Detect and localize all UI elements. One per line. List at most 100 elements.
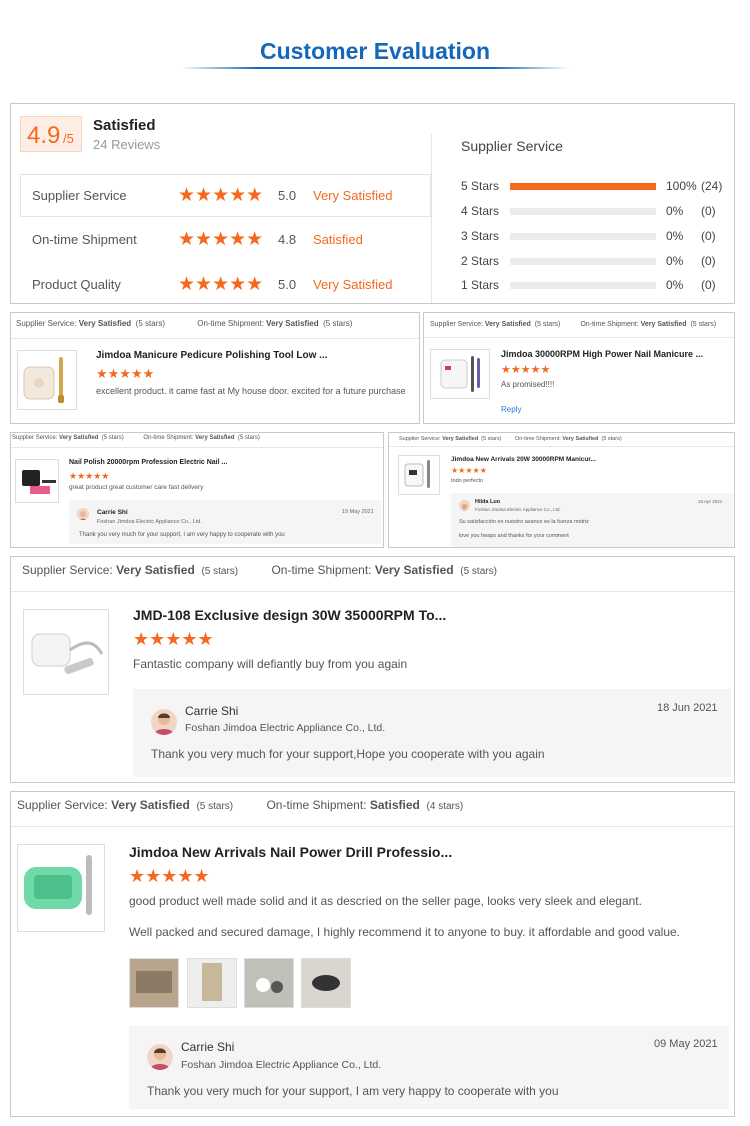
distribution-count: (0) (701, 204, 716, 218)
distribution-count: (0) (701, 229, 716, 243)
metric-verdict: Very Satisfied (313, 277, 393, 292)
distribution-label: 5 Stars (461, 179, 500, 193)
divider (11, 338, 419, 339)
score-denominator: /5 (63, 131, 74, 146)
avatar (459, 500, 470, 511)
product-title[interactable]: Jimdoa 30000RPM High Power Nail Manicure… (501, 349, 703, 359)
reply-date: 09 May 2021 (654, 1038, 718, 1050)
star-rating: ★★★★★ (129, 866, 210, 886)
distribution-percent: 0% (666, 254, 684, 268)
distribution-label: 1 Stars (461, 278, 500, 292)
divider (431, 174, 432, 303)
reply-company: Foshan Jimdoa Electric Appliance Co., Lt… (185, 722, 386, 734)
reply-text: love you heaps and thanks for your comme… (459, 533, 569, 539)
rating-summary: 4.9 /5 Satisfied 24 Reviews Supplier Ser… (10, 103, 735, 304)
divider (431, 134, 432, 174)
review-photo[interactable] (244, 958, 294, 1008)
review-photo[interactable] (129, 958, 179, 1008)
product-image[interactable] (430, 349, 490, 399)
reply-author: Carrie Shi (181, 1040, 235, 1054)
divider (389, 446, 734, 447)
product-title[interactable]: JMD-108 Exclusive design 30W 35000RPM To… (133, 607, 446, 623)
divider (11, 591, 734, 592)
product-image[interactable] (23, 609, 109, 695)
seller-reply: Carrie Shi Foshan Jimdoa Electric Applia… (133, 689, 731, 777)
distribution-label: 3 Stars (461, 229, 500, 243)
metric-verdict: Satisfied (313, 232, 363, 247)
seller-reply: Carrie Shi Foshan Jimdoa Electric Applia… (69, 500, 381, 544)
distribution-count: (0) (701, 254, 716, 268)
review-card: Supplier Service: Very Satisfied (5 star… (10, 312, 420, 424)
distribution-bar (510, 183, 656, 190)
metric-name: Supplier Service (32, 188, 127, 203)
review-photo[interactable] (187, 958, 237, 1008)
divider (424, 337, 734, 338)
divider (11, 826, 734, 827)
reply-company: Foshan Jimdoa Electric Appliance Co., Lt… (475, 507, 561, 512)
star-rating: ★★★★★ (69, 471, 110, 481)
satisfaction-label: Satisfied (93, 117, 156, 134)
reply-date: 15 Apr 2021 (698, 499, 723, 504)
distribution-percent: 0% (666, 278, 684, 292)
avatar (151, 709, 177, 735)
seller-reply: Hilda Luo Foshan Jimdoa Electric Applian… (451, 493, 733, 547)
distribution-bar-fill (510, 183, 656, 190)
distribution-label: 4 Stars (461, 204, 500, 218)
review-card: Supplier Service: Very Satisfied (5 star… (388, 432, 735, 548)
reply-text: Thank you very much for your support, I … (79, 532, 285, 538)
review-photo[interactable] (301, 958, 351, 1008)
product-title[interactable]: Nail Polish 20000rpm Profession Electric… (69, 459, 227, 466)
seller-reply: Carrie Shi Foshan Jimdoa Electric Applia… (129, 1026, 729, 1109)
product-image[interactable] (398, 455, 440, 495)
reply-text: Thank you very much for your support, I … (147, 1084, 559, 1098)
distribution-percent: 100% (666, 179, 697, 193)
review-card: Supplier Service: Very Satisfied (5 star… (10, 556, 735, 783)
star-rating: ★★★★★ (451, 466, 487, 475)
distribution-bar (510, 258, 656, 265)
review-meta: Supplier Service: Very Satisfied (5 star… (16, 319, 353, 328)
reviews-count: 24 Reviews (93, 137, 161, 152)
distribution-bar (510, 233, 656, 240)
distribution-label: 2 Stars (461, 254, 500, 268)
product-image[interactable] (15, 459, 59, 503)
product-title[interactable]: Jimdoa New Arrivals 20W 30000RPM Manicur… (451, 456, 596, 463)
reply-company: Foshan Jimdoa Electric Appliance Co., Lt… (97, 519, 202, 525)
reply-text: Su satisfacción es nuestro avance es la … (459, 519, 589, 525)
review-text: As promised!!!! (501, 380, 555, 389)
reply-text: Thank you very much for your support,Hop… (151, 747, 545, 761)
reply-link[interactable]: Reply (501, 405, 521, 414)
title-underline (180, 67, 570, 69)
review-text: todo perfecto (451, 478, 484, 484)
review-text: great product great customer care fast d… (69, 484, 204, 491)
star-rating: ★★★★★ (501, 364, 551, 376)
star-rating: ★★★★★ (178, 229, 264, 250)
distribution-percent: 0% (666, 229, 684, 243)
review-card: Supplier Service: Very Satisfied (5 star… (10, 432, 384, 548)
divider (11, 447, 383, 448)
reply-author: Carrie Shi (97, 509, 128, 516)
product-title[interactable]: Jimdoa New Arrivals Nail Power Drill Pro… (129, 844, 452, 860)
review-card: Supplier Service: Very Satisfied (5 star… (10, 791, 735, 1117)
star-rating: ★★★★★ (96, 366, 155, 381)
star-rating: ★★★★★ (178, 274, 264, 295)
distribution-bar (510, 208, 656, 215)
metric-name: Product Quality (32, 277, 121, 292)
reply-date: 18 Jun 2021 (657, 702, 718, 714)
review-meta: Supplier Service: Very Satisfied (5 star… (22, 563, 497, 577)
metric-verdict: Very Satisfied (313, 188, 393, 203)
review-text: Well packed and secured damage, I highly… (129, 925, 681, 939)
product-title[interactable]: Jimdoa Manicure Pedicure Polishing Tool … (96, 350, 328, 361)
distribution-percent: 0% (666, 204, 684, 218)
review-text: Fantastic company will defiantly buy fro… (133, 657, 408, 671)
avatar (77, 508, 89, 520)
score-value: 4.9 (27, 122, 61, 149)
review-meta: Supplier Service: Very Satisfied (5 star… (17, 798, 464, 812)
star-rating: ★★★★★ (133, 629, 214, 649)
distribution-bar (510, 282, 656, 289)
metric-value: 5.0 (278, 277, 297, 292)
product-image[interactable] (17, 844, 105, 932)
review-meta: Supplier Service: Very Satisfied (5 star… (430, 321, 717, 328)
product-image[interactable] (17, 350, 77, 410)
avatar (147, 1044, 173, 1070)
review-text: good product well made solid and it as d… (129, 894, 642, 908)
